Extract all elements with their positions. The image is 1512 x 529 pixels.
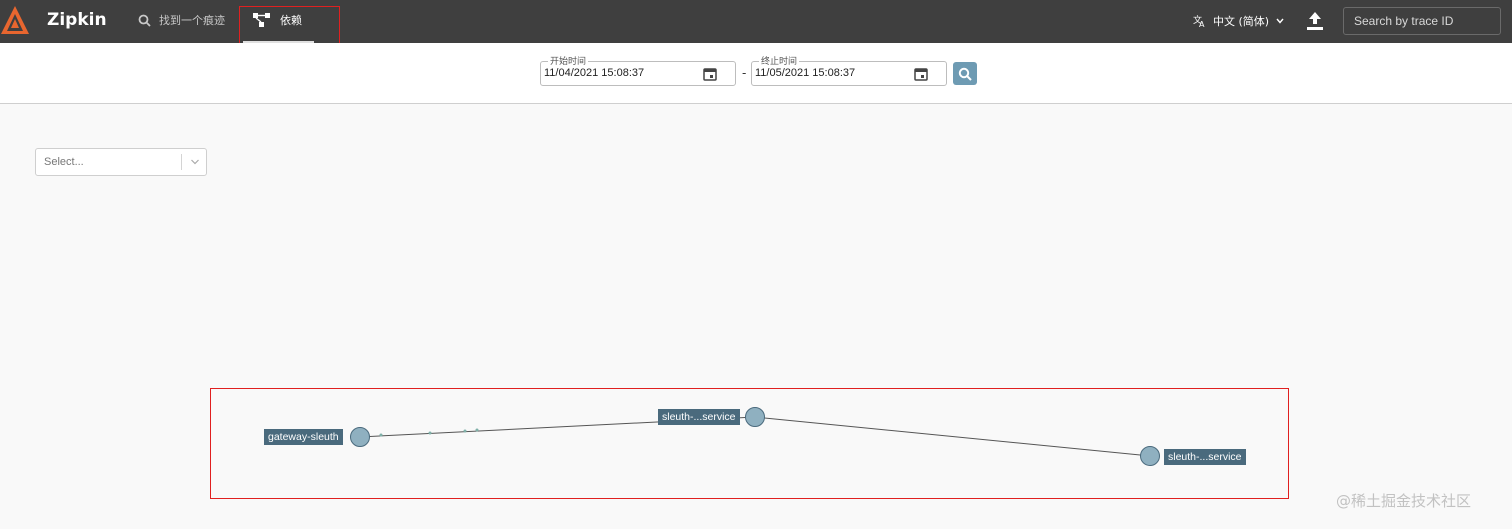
date-separator: -: [742, 66, 747, 80]
start-time-field[interactable]: 开始时间 11/04/2021 15:08:37: [540, 54, 736, 86]
graph-node: [745, 407, 765, 427]
search-button[interactable]: [953, 62, 977, 85]
nav-dependencies[interactable]: 依赖: [253, 12, 302, 28]
highlight-box-graph: [210, 388, 1289, 499]
watermark: @稀土掘金技术社区: [1336, 492, 1472, 510]
graph-node-label[interactable]: gateway-sleuth: [264, 429, 343, 445]
dependency-graph-icon: [253, 13, 270, 27]
calendar-icon[interactable]: [703, 67, 717, 81]
graph-node-label[interactable]: sleuth-...service: [1164, 449, 1246, 465]
start-time-value: 11/04/2021 15:08:37: [544, 67, 645, 79]
nav-find-trace-label: 找到一个痕迹: [159, 14, 225, 27]
graph-node: [350, 427, 370, 447]
language-label: 中文 (简体): [1213, 15, 1270, 28]
chevron-down-icon: [1276, 18, 1284, 24]
chevron-down-icon: [191, 159, 199, 165]
search-icon: [138, 14, 151, 27]
graph-node: [1140, 446, 1160, 466]
nav-dependencies-label: 依赖: [280, 14, 302, 27]
end-time-label: 终止时间: [759, 54, 800, 67]
app-title[interactable]: Zipkin: [47, 10, 107, 30]
graph-edge: [754, 416, 1151, 457]
zipkin-logo-icon[interactable]: [0, 4, 30, 38]
traffic-particle: [475, 428, 479, 432]
nav-find-trace[interactable]: 找到一个痕迹: [138, 12, 225, 28]
graph-node-label[interactable]: sleuth-...service: [658, 409, 740, 425]
traffic-particle: [463, 429, 467, 433]
select-divider: [181, 154, 182, 170]
language-selector[interactable]: 文 A 中文 (简体): [1193, 13, 1285, 29]
date-range-bar: 开始时间 11/04/2021 15:08:37 - 终止时间 11/05/20…: [0, 43, 1512, 104]
calendar-icon[interactable]: [914, 67, 928, 81]
end-time-value: 11/05/2021 15:08:37: [755, 67, 856, 79]
svg-text:A: A: [1199, 20, 1205, 28]
start-time-label: 开始时间: [548, 54, 589, 67]
search-icon: [958, 67, 972, 81]
upload-icon[interactable]: [1306, 11, 1324, 31]
trace-id-search-input[interactable]: [1343, 7, 1501, 35]
traffic-particle: [428, 431, 432, 435]
translate-icon: 文 A: [1193, 14, 1205, 28]
service-select-placeholder: Select...: [44, 156, 84, 168]
traffic-particle: [379, 433, 383, 437]
service-select[interactable]: Select...: [35, 148, 207, 176]
top-navbar: Zipkin 找到一个痕迹 依赖 文 A 中文 (简体): [0, 0, 1512, 43]
end-time-field[interactable]: 终止时间 11/05/2021 15:08:37: [751, 54, 947, 86]
